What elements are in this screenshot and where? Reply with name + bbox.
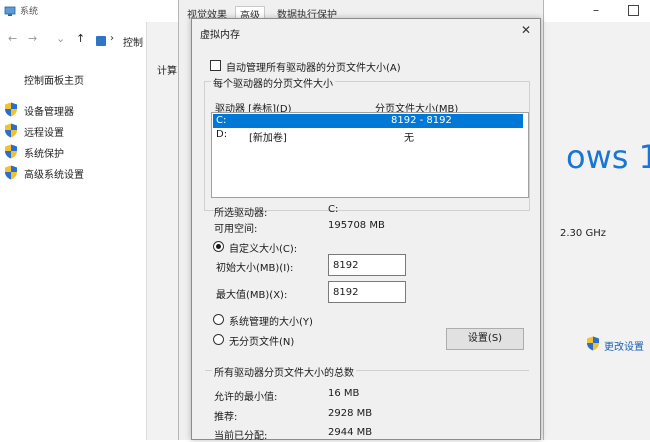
current-allocated-value: 2944 MB (328, 427, 373, 438)
free-space-row: 可用空间: 195708 MB (214, 220, 385, 235)
drive-letter: D: (216, 129, 228, 140)
recommended-row: 推荐: 2928 MB (214, 408, 372, 423)
shield-icon (5, 123, 17, 138)
shield-icon (5, 165, 17, 180)
control-panel-icon (96, 36, 106, 46)
drive-letter: C: (216, 115, 227, 126)
max-size-label: 最大值(MB)(X): (216, 290, 288, 301)
windows-logo-text: ows 1 (566, 138, 650, 176)
total-group-title: 所有驱动器分页文件大小的总数 (212, 364, 356, 379)
selected-drive-value: C: (328, 204, 339, 215)
no-paging-label[interactable]: 无分页文件(N) (229, 333, 294, 348)
custom-size-radio[interactable] (213, 241, 224, 252)
sidebar-item-label: 系统保护 (24, 149, 64, 160)
breadcrumb[interactable]: 控制 (123, 34, 143, 49)
no-paging-radio[interactable] (213, 334, 224, 345)
list-item[interactable]: C: 8192 - 8192 (213, 114, 523, 128)
initial-size-label: 初始大小(MB)(I): (216, 263, 294, 274)
section-heading: 计算 (157, 66, 177, 77)
min-allowed-value: 16 MB (328, 388, 360, 399)
auto-manage-checkbox[interactable] (210, 60, 221, 71)
window-title: 系统 (20, 7, 39, 17)
maximize-button[interactable] (628, 5, 639, 16)
drive-list[interactable]: C: 8192 - 8192 D: [新加卷] 无 (211, 112, 529, 198)
shield-icon (587, 336, 599, 351)
cpu-speed: 2.30 GHz (560, 228, 606, 239)
dialog-title: 虚拟内存 (200, 30, 240, 41)
system-managed-radio[interactable] (213, 314, 224, 325)
min-allowed-label: 允许的最小值: (214, 392, 278, 403)
group-title: 每个驱动器的分页文件大小 (211, 75, 335, 90)
selected-drive-label: 所选驱动器: (214, 208, 268, 219)
drive-size: 无 (404, 133, 414, 144)
sidebar-item-label: 高级系统设置 (24, 170, 84, 181)
drive-size: 8192 - 8192 (391, 115, 452, 126)
close-icon[interactable]: ✕ (518, 22, 534, 38)
navigation-bar: ← → ⌄ ↑ › 控制 (0, 32, 160, 52)
initial-size-input[interactable] (328, 254, 406, 276)
sidebar-item-label: 远程设置 (24, 128, 64, 139)
auto-manage-label[interactable]: 自动管理所有驱动器的分页文件大小(A) (226, 59, 401, 74)
breadcrumb-separator-icon: › (110, 33, 114, 44)
free-space-value: 195708 MB (328, 220, 385, 231)
system-managed-label[interactable]: 系统管理的大小(Y) (229, 313, 313, 328)
recommended-label: 推荐: (214, 412, 238, 423)
drive-label: [新加卷] (249, 133, 287, 144)
free-space-label: 可用空间: (214, 224, 258, 235)
list-item[interactable]: D: [新加卷] 无 (213, 128, 523, 144)
minimize-button[interactable]: – (586, 3, 606, 19)
back-arrow-icon[interactable]: ← (8, 32, 17, 45)
sidebar-item-label: 设备管理器 (24, 107, 74, 118)
shield-icon (5, 144, 17, 159)
chevron-down-icon[interactable]: ⌄ (56, 32, 65, 45)
sidebar-item-home[interactable]: 控制面板主页 (24, 72, 84, 87)
custom-size-label[interactable]: 自定义大小(C): (229, 240, 297, 255)
min-allowed-row: 允许的最小值: 16 MB (214, 388, 359, 403)
selected-drive-row: 所选驱动器: C: (214, 204, 338, 219)
computer-icon (4, 6, 16, 16)
up-arrow-icon[interactable]: ↑ (76, 32, 85, 45)
current-allocated-label: 当前已分配: (214, 431, 268, 442)
recommended-value: 2928 MB (328, 408, 373, 419)
forward-arrow-icon[interactable]: → (28, 32, 37, 45)
shield-icon (5, 102, 17, 117)
change-settings-label: 更改设置 (604, 342, 644, 353)
set-button[interactable]: 设置(S) (446, 328, 524, 350)
max-size-input[interactable] (328, 281, 406, 303)
